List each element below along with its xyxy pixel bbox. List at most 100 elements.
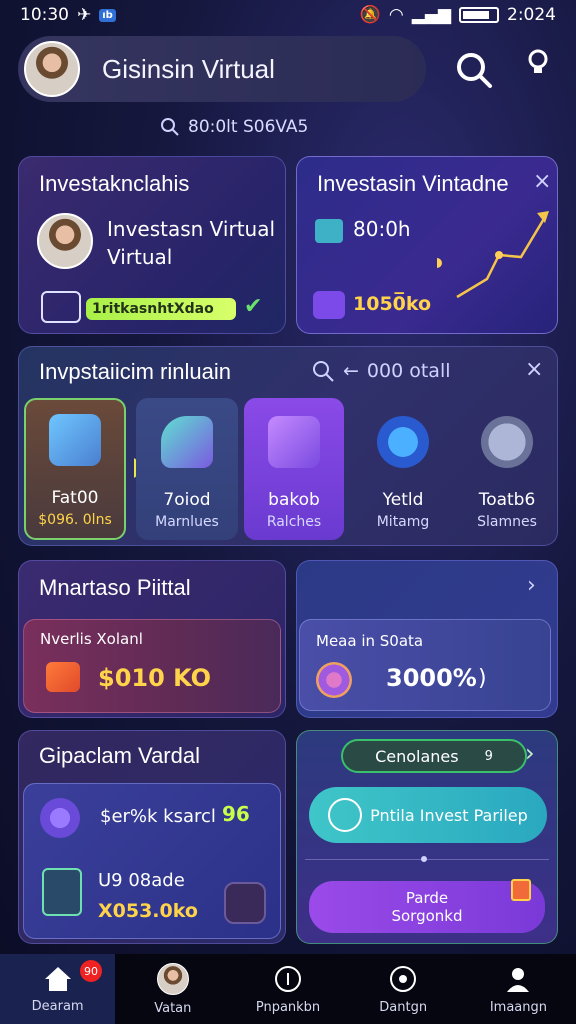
category-tile-selected[interactable]: bakob Ralches xyxy=(244,398,344,540)
portal-card[interactable]: Mnartaso Piittal Nverlis Xolanl $010 KO xyxy=(18,560,286,718)
panel-title: Invpstaiicim rinluain xyxy=(39,359,231,384)
chevron-right-icon[interactable]: › xyxy=(527,573,536,598)
nav-item-settings[interactable]: Dantgn xyxy=(346,954,461,1024)
panel-search[interactable]: ← 000 otall xyxy=(311,359,451,383)
chevron-right-icon[interactable]: › xyxy=(525,739,535,767)
notification-icon[interactable] xyxy=(516,48,560,92)
search-icon xyxy=(313,361,334,382)
profile-name: Investasn Virtual xyxy=(107,217,276,241)
close-icon[interactable]: × xyxy=(533,169,551,194)
tag-icon xyxy=(511,879,531,901)
tile-subtitle: Slamnes xyxy=(477,514,537,530)
user-icon xyxy=(507,967,530,992)
wallet-icon xyxy=(313,291,345,319)
tile-title: Yetld xyxy=(382,490,424,510)
sorgonkd-button[interactable]: Parde Sorgonkd xyxy=(309,881,545,933)
category-tile[interactable]: Toatb6 Slamnes xyxy=(456,398,558,540)
profile-header[interactable]: Gisinsin Virtual xyxy=(18,36,426,102)
row1-text: $er%k ksarcl xyxy=(100,806,216,827)
tile-title: Toatb6 xyxy=(478,490,536,510)
pill-label: Cenolanes xyxy=(375,746,459,766)
nav-label: Dearam xyxy=(31,998,84,1014)
nav-item-profile[interactable]: Vatan xyxy=(115,954,230,1024)
pill-count: 9 xyxy=(484,748,493,764)
row2-amount: X053.0ko xyxy=(98,900,198,922)
close-icon[interactable]: × xyxy=(525,357,543,382)
receipt-icon xyxy=(42,868,82,916)
camera-icon[interactable] xyxy=(41,291,81,323)
divider-dot xyxy=(421,856,427,862)
portal-balance[interactable]: Nverlis Xolanl $010 KO xyxy=(23,619,281,713)
tile-subtitle: Marnlues xyxy=(155,514,219,530)
flower-icon xyxy=(316,662,352,698)
investment-chart-card[interactable]: Investasin Vintadne × 80:0h 1050̅ko xyxy=(296,156,558,334)
signal-boost-icon: ✈ xyxy=(77,5,92,25)
card-title: Mnartaso Piittal xyxy=(39,575,191,600)
info-icon xyxy=(275,965,301,992)
invest-button-label: Pntila Invest Parilep xyxy=(370,805,528,825)
meta-card[interactable]: › Meaa in S0ata 3000% ) xyxy=(296,560,558,718)
tile-title: bakob xyxy=(268,490,320,510)
invest-button[interactable]: Pntila Invest Parilep xyxy=(309,787,547,843)
mute-icon: 🔕 xyxy=(359,5,381,25)
category-tile[interactable]: Fat00 $096. 0lns xyxy=(24,398,126,540)
cenolanes-pill[interactable]: Cenolanes 9 xyxy=(341,739,527,773)
row1-badge: 96 xyxy=(222,802,250,826)
portal-label: Nverlis Xolanl xyxy=(40,630,143,648)
meta-label: Meaa in S0ata xyxy=(316,632,424,650)
nav-item-account[interactable]: Imaangn xyxy=(461,954,576,1024)
card-title: Gipaclam Vardal xyxy=(39,743,200,768)
meta-balance[interactable]: Meaa in S0ata 3000% ) xyxy=(299,619,551,711)
status-right-time: 2:024 xyxy=(507,5,556,25)
user-avatar[interactable] xyxy=(24,41,80,97)
tile-title: 7oiod xyxy=(163,490,211,510)
category-tile[interactable]: Yetld Mitamg xyxy=(352,398,454,540)
panel-search-text: 000 otall xyxy=(366,360,451,382)
status-pill[interactable]: 1ritkasnhtXdao xyxy=(86,298,236,320)
chart-value-2: 1050̅ko xyxy=(353,293,432,315)
document-icon xyxy=(268,416,320,468)
tablet-chart-icon xyxy=(49,414,101,466)
nav-item-home[interactable]: Dearam 90 xyxy=(0,954,116,1024)
fish-icon xyxy=(46,662,80,692)
header-title: Gisinsin Virtual xyxy=(102,53,275,84)
magnifier-icon xyxy=(328,798,363,832)
profile-subname: Virtual xyxy=(107,245,173,269)
home-icon xyxy=(44,966,71,991)
status-bar: 10:30 ✈ ıb 🔕 ◠ ▂▄▆ 2:024 xyxy=(0,0,576,30)
target-icon xyxy=(40,798,80,838)
quick-search[interactable]: 80:0lt S06VA5 xyxy=(160,114,420,140)
search-icon xyxy=(161,118,179,136)
list-icon xyxy=(481,416,533,468)
card-title: Investaknclahis xyxy=(39,171,190,196)
meta-paren: ) xyxy=(478,666,487,691)
tile-subtitle: Ralches xyxy=(266,514,322,530)
button-line-1: Parde xyxy=(405,889,449,907)
avatar-icon xyxy=(156,962,189,995)
category-tile[interactable]: 7oiod Marnlues xyxy=(136,398,238,540)
bottom-navigation: Dearam 90 Vatan Pnpankbn Dantgn Imaangn xyxy=(0,954,576,1024)
card-title: Investasin Vintadne xyxy=(317,171,509,196)
search-icon[interactable] xyxy=(452,48,496,92)
nav-label: Vatan xyxy=(154,1000,192,1016)
actions-card: Cenolanes 9 › Pntila Invest Parilep Pard… xyxy=(296,730,558,944)
tool-icon[interactable] xyxy=(224,882,266,924)
check-icon: ✔ xyxy=(244,294,263,319)
row2-label: U9 08ade xyxy=(98,870,185,891)
virtual-details[interactable]: $er%k ksarcl 96 U9 08ade X053.0ko xyxy=(23,783,281,939)
virtual-card[interactable]: Gipaclam Vardal $er%k ksarcl 96 U9 08ade… xyxy=(18,730,286,944)
portal-amount: $010 KO xyxy=(98,664,212,692)
app-badge: ıb xyxy=(99,8,116,22)
arrow-left-icon: ← xyxy=(343,360,359,382)
target-icon xyxy=(390,965,417,992)
trend-line-chart xyxy=(437,211,549,299)
card-icon xyxy=(315,219,343,243)
nav-item-explore[interactable]: Pnpankbn xyxy=(230,954,345,1024)
cell-signal-icon: ▂▄▆ xyxy=(411,5,451,25)
wifi-icon: ◠ xyxy=(388,5,404,25)
quick-search-text: 80:0lt S06VA5 xyxy=(188,117,309,137)
tile-title: Fat00 xyxy=(51,488,99,508)
shapes-icon xyxy=(161,416,213,468)
notification-badge: 90 xyxy=(80,960,102,982)
divider xyxy=(305,859,549,860)
